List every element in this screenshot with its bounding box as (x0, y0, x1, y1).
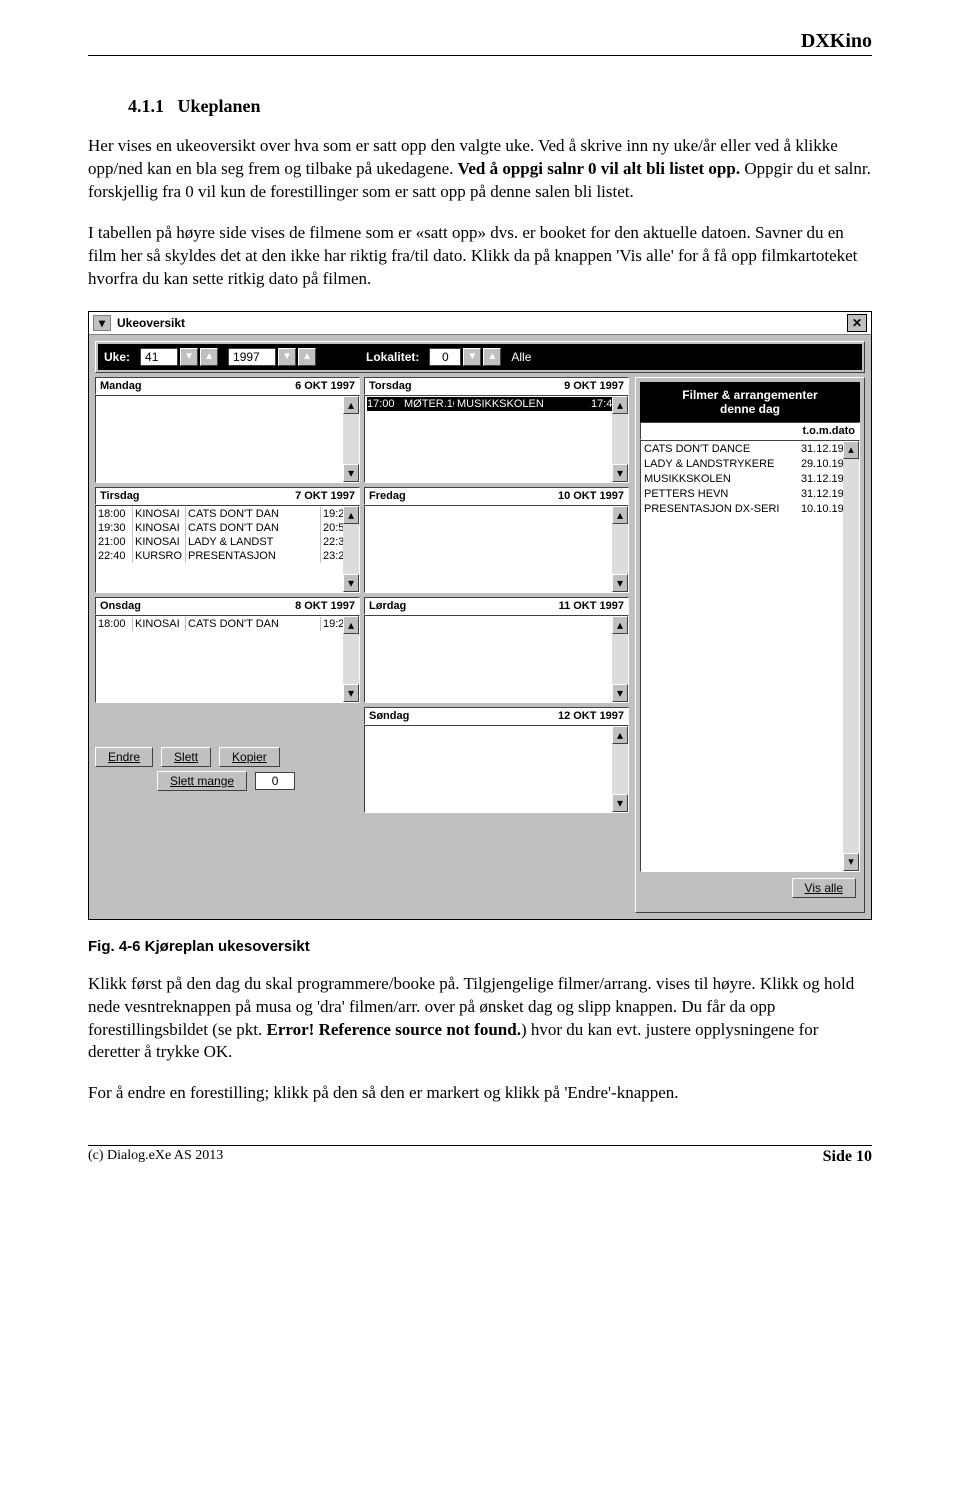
day-mandag[interactable]: Mandag6 OKT 1997 ▴ ▾ (95, 377, 360, 483)
doc-header: DXKino (88, 30, 872, 56)
film-item[interactable]: PRESENTASJON DX-SERI10.10.1997 (644, 502, 856, 517)
lokalitet-down-button[interactable]: ▼ (463, 348, 481, 366)
day-header: Mandag6 OKT 1997 (95, 377, 360, 395)
close-icon[interactable]: ✕ (847, 314, 867, 332)
list-item[interactable]: 19:30KINOSAICATS DON'T DAN20:57 (98, 521, 357, 535)
week-toolbar: Uke: 41 ▼ ▲ 1997 ▼ ▲ Lokalitet: 0 ▼ ▲ (98, 344, 862, 370)
section-title: Ukeplanen (178, 96, 261, 116)
film-item[interactable]: CATS DON'T DANCE31.12.1997 (644, 442, 856, 457)
system-menu-icon[interactable]: ▾ (93, 315, 111, 331)
day-tirsdag[interactable]: Tirsdag7 OKT 1997 18:00KINOSAICATS DON'T… (95, 487, 360, 593)
slett-button[interactable]: Slett (161, 747, 211, 767)
film-item[interactable]: MUSIKKSKOLEN31.12.1997 (644, 472, 856, 487)
paragraph-3: Klikk først på den dag du skal programme… (88, 973, 872, 1065)
year-input[interactable]: 1997 (228, 348, 276, 366)
window-title: Ukeoversikt (117, 316, 841, 330)
day-header: Torsdag9 OKT 1997 (364, 377, 629, 395)
vis-alle-button[interactable]: Vis alle (792, 878, 856, 898)
list-item[interactable]: 18:00KINOSAICATS DON'T DAN19:27 (98, 617, 357, 631)
slett-mange-count: 0 (255, 772, 295, 790)
year-up-button[interactable]: ▲ (298, 348, 316, 366)
slett-mange-button[interactable]: Slett mange (157, 771, 247, 791)
footer-right: Side 10 (823, 1148, 872, 1166)
list-item[interactable]: 21:00KINOSAILADY & LANDST22:39 (98, 535, 357, 549)
scroll-down-icon[interactable]: ▾ (343, 464, 359, 482)
page-footer: (c) Dialog.eXe AS 2013 Side 10 (88, 1145, 872, 1166)
year-down-button[interactable]: ▼ (278, 348, 296, 366)
list-item[interactable]: 17:00MØTER.101MUSIKKSKOLEN17:4 (367, 397, 626, 411)
ukeoversikt-window: ▾ Ukeoversikt ✕ Uke: 41 ▼ ▲ 1997 ▼ ▲ (88, 311, 872, 920)
endre-button[interactable]: Endre (95, 747, 153, 767)
film-item[interactable]: LADY & LANDSTRYKERE29.10.1997 (644, 457, 856, 472)
footer-left: (c) Dialog.eXe AS 2013 (88, 1148, 223, 1166)
film-list[interactable]: CATS DON'T DANCE31.12.1997LADY & LANDSTR… (641, 441, 859, 518)
uke-input[interactable]: 41 (140, 348, 178, 366)
alle-label: Alle (511, 350, 531, 364)
paragraph-2: I tabellen på høyre side vises de filmen… (88, 222, 872, 291)
paragraph-4: For å endre en forestilling; klikk på de… (88, 1082, 872, 1105)
day-onsdag[interactable]: Onsdag8 OKT 1997 18:00KINOSAICATS DON'T … (95, 597, 360, 703)
film-panel: Filmer & arrangementer denne dag t.o.m.d… (635, 377, 865, 913)
film-column-header: t.o.m.dato (640, 422, 860, 440)
film-item[interactable]: PETTERS HEVN31.12.1997 (644, 487, 856, 502)
section-heading: 4.1.1 Ukeplanen (128, 96, 872, 117)
day-fredag[interactable]: Fredag10 OKT 1997 ▴▾ (364, 487, 629, 593)
day-torsdag[interactable]: Torsdag9 OKT 1997 17:00MØTER.101MUSIKKSK… (364, 377, 629, 483)
window-titlebar: ▾ Ukeoversikt ✕ (89, 312, 871, 335)
bottom-button-row: Endre Slett Kopier Slett mange 0 (95, 747, 360, 791)
list-item[interactable]: 18:00KINOSAICATS DON'T DAN19:27 (98, 507, 357, 521)
uke-up-button[interactable]: ▲ (200, 348, 218, 366)
uke-down-button[interactable]: ▼ (180, 348, 198, 366)
lokalitet-input[interactable]: 0 (429, 348, 461, 366)
section-number: 4.1.1 (128, 96, 164, 116)
film-heading: Filmer & arrangementer denne dag (640, 382, 860, 422)
figure-caption: Fig. 4-6 Kjøreplan ukesoversikt (88, 938, 872, 955)
scroll-up-icon[interactable]: ▴ (843, 441, 859, 459)
uke-label: Uke: (104, 350, 130, 364)
day-sondag[interactable]: Søndag12 OKT 1997 ▴▾ (364, 707, 629, 813)
day-lordag[interactable]: Lørdag11 OKT 1997 ▴▾ (364, 597, 629, 703)
lokalitet-label: Lokalitet: (366, 350, 419, 364)
kopier-button[interactable]: Kopier (219, 747, 280, 767)
scroll-down-icon[interactable]: ▾ (843, 853, 859, 871)
lokalitet-up-button[interactable]: ▲ (483, 348, 501, 366)
list-item[interactable]: 22:40KURSROPRESENTASJON23:20 (98, 549, 357, 563)
paragraph-1: Her vises en ukeoversikt over hva som er… (88, 135, 872, 204)
scroll-up-icon[interactable]: ▴ (343, 396, 359, 414)
